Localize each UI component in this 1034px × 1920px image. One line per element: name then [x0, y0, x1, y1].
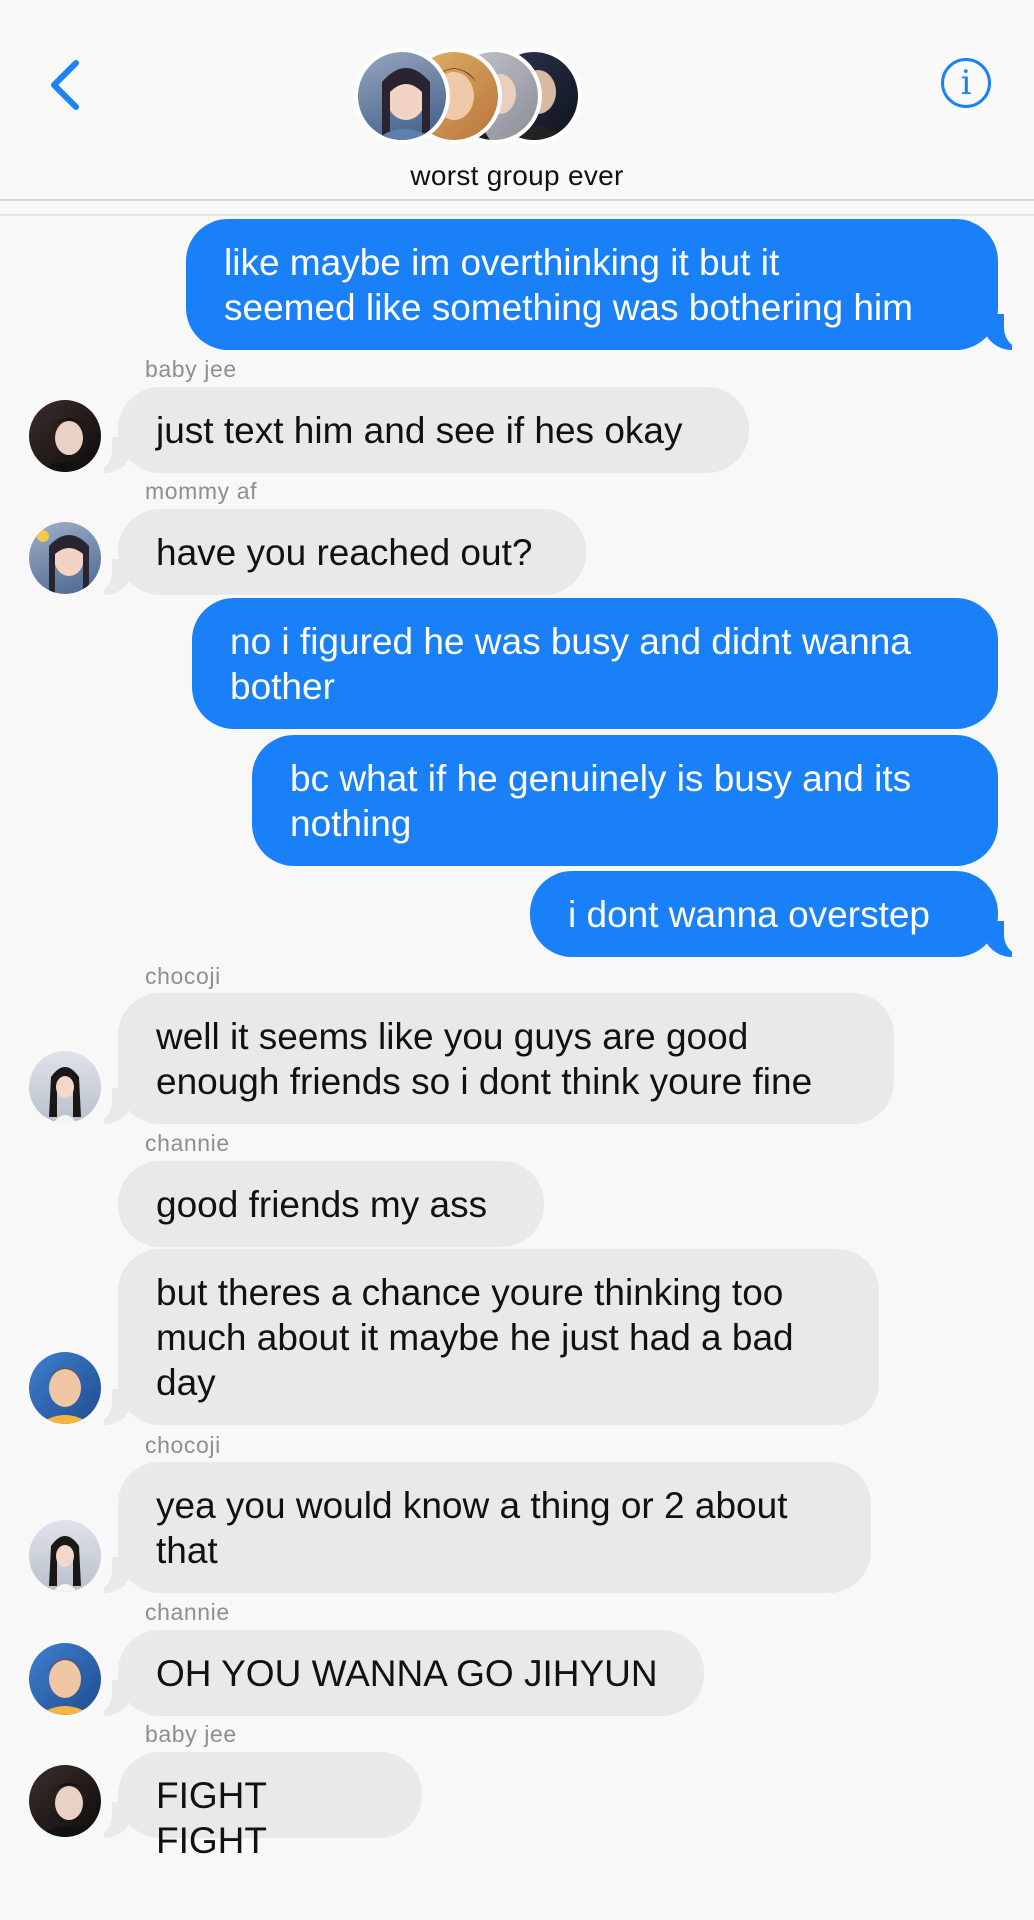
- chevron-left-icon: [51, 60, 79, 110]
- avatar[interactable]: [29, 1520, 101, 1592]
- group-avatar-stack[interactable]: [354, 48, 594, 148]
- incoming-message[interactable]: good friends my ass: [118, 1161, 544, 1247]
- incoming-message[interactable]: FIGHT FIGHT: [118, 1752, 422, 1861]
- bubble-tail: [82, 1680, 134, 1716]
- incoming-message[interactable]: yea you would know a thing or 2 about th…: [118, 1462, 871, 1593]
- sender-name: baby jee: [145, 1721, 237, 1747]
- info-icon: i: [960, 63, 972, 103]
- avatar[interactable]: [29, 522, 101, 594]
- avatar[interactable]: [29, 1051, 101, 1123]
- sender-name: mommy af: [145, 478, 258, 504]
- avatar[interactable]: [29, 1352, 101, 1424]
- bubble-tail: [982, 314, 1034, 350]
- incoming-message[interactable]: OH YOU WANNA GO JIHYUN: [118, 1630, 704, 1716]
- incoming-message[interactable]: well it seems like you guys are good eno…: [118, 993, 894, 1124]
- avatar[interactable]: [29, 1643, 101, 1715]
- avatar[interactable]: [29, 1765, 101, 1837]
- bubble-tail: [982, 921, 1034, 957]
- incoming-message[interactable]: just text him and see if hes okay: [118, 387, 749, 473]
- outgoing-message[interactable]: like maybe im overthinking it but it see…: [186, 219, 998, 350]
- group-title: worst group ever: [410, 160, 624, 191]
- avatar[interactable]: [29, 400, 101, 472]
- sender-name: chocoji: [145, 1432, 221, 1458]
- incoming-message[interactable]: have you reached out?: [118, 509, 586, 595]
- sender-name: channie: [145, 1599, 230, 1625]
- bubble-tail: [82, 1389, 134, 1425]
- bubble-tail: [82, 1802, 134, 1838]
- back-button[interactable]: [40, 55, 90, 115]
- outgoing-message[interactable]: bc what if he genuinely is busy and its …: [252, 735, 998, 866]
- divider: [0, 214, 1034, 216]
- conversation-header: i worst group ever: [0, 0, 1034, 201]
- sender-name: baby jee: [145, 356, 237, 382]
- sender-name: channie: [145, 1130, 230, 1156]
- outgoing-message[interactable]: i dont wanna overstep: [530, 871, 998, 957]
- incoming-message[interactable]: but theres a chance youre thinking too m…: [118, 1249, 879, 1425]
- bubble-tail: [82, 559, 134, 595]
- sender-name: chocoji: [145, 963, 221, 989]
- bubble-tail: [82, 1557, 134, 1593]
- outgoing-message[interactable]: no i figured he was busy and didnt wanna…: [192, 598, 998, 729]
- bubble-tail: [82, 437, 134, 473]
- bubble-tail: [82, 1088, 134, 1124]
- info-button[interactable]: i: [941, 58, 991, 108]
- group-member-avatar: [354, 48, 450, 144]
